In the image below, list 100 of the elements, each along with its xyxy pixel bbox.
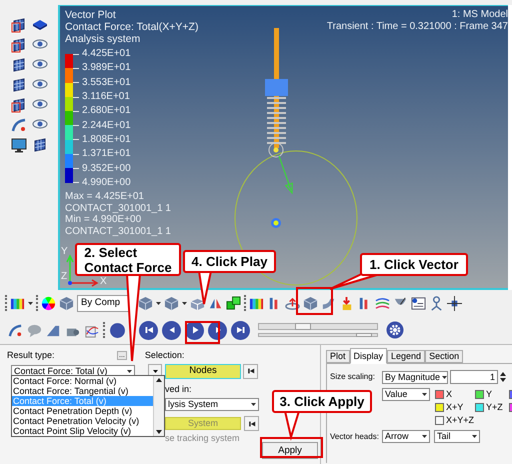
circle-icon[interactable] <box>109 322 126 338</box>
field-label: Vector heads: <box>330 432 380 440</box>
legend-label: 3.116E+01 <box>82 92 130 102</box>
vector-icon[interactable] <box>285 296 300 310</box>
first-frame-button[interactable] <box>139 320 158 340</box>
info-icon[interactable] <box>411 296 426 310</box>
system-dropdown[interactable]: lysis System <box>165 398 259 411</box>
skip-back-icon <box>246 367 254 375</box>
dropdown-option[interactable]: Contact Penetration Velocity (v) <box>12 416 153 426</box>
color-checkbox[interactable] <box>435 416 444 425</box>
frame-info: Transient : Time = 0.321000 : Frame 347 <box>326 21 508 33</box>
legend-label: 2.244E+01 <box>82 120 131 131</box>
scale-input[interactable]: 1 <box>450 370 498 384</box>
cube-icon[interactable] <box>303 296 318 310</box>
legend-label: 4.425E+01 <box>82 49 131 60</box>
settings-icon[interactable] <box>386 321 404 339</box>
grid-sheet-icon[interactable] <box>10 97 26 113</box>
caret-icon[interactable] <box>442 376 448 378</box>
grid-sheet-icon[interactable] <box>10 77 26 93</box>
axis-label: X <box>100 277 107 287</box>
color-checkbox[interactable] <box>475 390 484 399</box>
legend-label: 1.808E+01 <box>82 134 131 145</box>
grid-sheet-icon[interactable] <box>10 37 26 53</box>
curve-tool-icon[interactable] <box>10 117 26 133</box>
axis-label: Z <box>61 272 68 282</box>
field-label: ved in: <box>165 385 193 394</box>
cube-icon[interactable] <box>59 296 74 310</box>
plot-title: Analysis system <box>65 33 140 45</box>
slider-thumb[interactable] <box>356 333 372 337</box>
caret-icon[interactable] <box>182 302 187 304</box>
previous-frame-button[interactable] <box>162 320 181 340</box>
caret-icon[interactable] <box>422 393 427 396</box>
skip-back-icon <box>248 420 256 428</box>
tab[interactable]: Section <box>425 350 464 363</box>
caret-icon[interactable] <box>156 302 161 304</box>
tab[interactable]: Legend <box>387 350 426 363</box>
color-checkbox[interactable] <box>435 403 444 412</box>
slider-thumb[interactable] <box>294 323 311 330</box>
tab[interactable]: Display <box>350 348 388 364</box>
legend-label: 9.352E+00 <box>82 164 131 174</box>
scrollbar[interactable] <box>153 376 164 436</box>
dropdown-option[interactable]: Contact Force: Normal (v) <box>12 376 153 386</box>
caret-icon[interactable] <box>28 302 33 304</box>
dropdown-option[interactable]: Contact Penetration Depth (v) <box>12 406 153 416</box>
tab[interactable]: Plot <box>326 350 350 363</box>
checkbox-label: se tracking system <box>165 434 241 443</box>
grid-sheet-icon[interactable] <box>32 137 48 153</box>
layer-icon[interactable] <box>32 17 48 33</box>
first-item-button[interactable] <box>243 364 258 378</box>
node-marker <box>271 218 281 228</box>
grid-sheet-icon[interactable] <box>10 17 26 33</box>
plot-title: Vector Plot <box>65 9 116 21</box>
legend-label: 1.371E+01 <box>82 149 131 160</box>
monitor-icon[interactable] <box>10 137 26 153</box>
highlight-frame <box>296 287 333 315</box>
checkbox-label: Y <box>486 390 492 399</box>
slider-track[interactable] <box>258 323 378 330</box>
size-scaling-dropdown[interactable]: By Magnitude <box>382 370 448 384</box>
dropdown-option[interactable]: Contact Force: Tangential (v) <box>12 386 153 396</box>
legend-stat: CONTACT_301001_1 1 <box>65 202 171 214</box>
color-checkbox[interactable] <box>475 403 484 412</box>
cube-icon[interactable] <box>164 296 179 310</box>
caret-icon[interactable] <box>251 403 256 406</box>
model-name: 1: MS Model <box>452 9 508 21</box>
dropdown-option[interactable]: Contact Point Slip Velocity (v) <box>12 426 153 436</box>
field-label: Size scaling: <box>330 373 376 381</box>
caret-icon[interactable] <box>422 435 427 438</box>
color-wheel-icon[interactable] <box>41 296 56 310</box>
curve-x-icon[interactable] <box>8 322 23 338</box>
first-item-button[interactable] <box>244 416 259 431</box>
axis-label: Y <box>61 247 68 257</box>
caret-icon[interactable] <box>472 435 477 438</box>
legend-label: 3.553E+01 <box>82 78 131 88</box>
selection-button[interactable]: Nodes <box>165 364 241 378</box>
legend-stat: CONTACT_301001_1 1 <box>65 226 171 238</box>
grid-sheet-icon[interactable] <box>10 57 26 73</box>
legend-stat: Min = 4.990E+00 <box>65 214 142 226</box>
scroll-down-icon[interactable] <box>156 430 162 434</box>
color-checkbox[interactable] <box>435 390 444 399</box>
move-icon[interactable] <box>447 296 462 310</box>
legend-label: 2.680E+01 <box>82 106 131 116</box>
legend-label: 4.990E+00 <box>82 178 131 188</box>
last-frame-button[interactable] <box>231 320 250 340</box>
plot-title: Contact Force: Total(X+Y+Z) <box>65 21 198 33</box>
legend-label: 3.989E+01 <box>82 63 131 74</box>
field-label: Result type: <box>7 351 56 360</box>
checkbox-label: X+Y+Z <box>446 416 474 425</box>
vector-arrow <box>278 156 293 195</box>
vector-position-dropdown[interactable]: Tail <box>434 430 480 443</box>
component-dropdown[interactable]: Value <box>382 388 430 401</box>
probe-icon[interactable] <box>429 296 444 310</box>
vector-heads-dropdown[interactable]: Arrow <box>382 430 430 443</box>
cube-icon[interactable] <box>138 296 153 310</box>
spinner-icon[interactable] <box>500 371 506 383</box>
caret-icon[interactable] <box>127 370 132 372</box>
highlight-frame <box>185 321 220 344</box>
slider-track[interactable] <box>258 333 378 337</box>
caret-icon[interactable] <box>152 370 158 372</box>
squares-icon[interactable] <box>226 296 241 310</box>
streamline-icon[interactable] <box>375 296 390 310</box>
